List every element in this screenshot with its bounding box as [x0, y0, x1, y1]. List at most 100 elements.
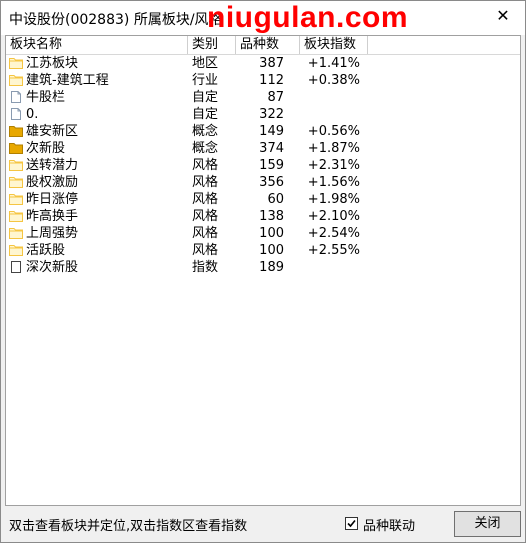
- row-name: 建筑-建筑工程: [26, 73, 109, 88]
- header-count[interactable]: 品种数: [236, 36, 300, 54]
- row-name: 昨日涨停: [26, 192, 79, 207]
- table-row[interactable]: 昨日涨停 风格 60 +1.98%: [6, 191, 520, 208]
- row-index[interactable]: +1.98%: [306, 191, 360, 208]
- row-index[interactable]: +0.56%: [306, 123, 360, 140]
- row-name-cell: 江苏板块: [6, 55, 186, 72]
- document-icon: [9, 91, 23, 103]
- table-row[interactable]: 建筑-建筑工程 行业 112 +0.38%: [6, 72, 520, 89]
- row-type: 风格: [192, 175, 219, 190]
- row-count: 60: [267, 192, 284, 207]
- row-name: 上周强势: [26, 226, 79, 241]
- table-row[interactable]: 0. 自定 322: [6, 106, 520, 123]
- row-count: 112: [259, 73, 284, 88]
- row-count: 87: [267, 90, 284, 105]
- row-index[interactable]: +1.56%: [306, 174, 360, 191]
- row-name: 送转潜力: [26, 158, 79, 173]
- folder-icon: [9, 244, 23, 256]
- row-count: 100: [259, 243, 284, 258]
- row-index[interactable]: +1.41%: [306, 55, 360, 72]
- row-index[interactable]: +2.31%: [306, 157, 360, 174]
- folder-icon: [9, 227, 23, 239]
- row-name-cell: 活跃股: [6, 242, 186, 259]
- row-type: 概念: [192, 141, 219, 156]
- row-name: 0.: [26, 107, 39, 122]
- list-header: 板块名称 类别 品种数 板块指数: [6, 36, 520, 55]
- row-type: 行业: [192, 73, 219, 88]
- row-name-cell: 送转潜力: [6, 157, 186, 174]
- list-rows: 江苏板块 地区 387 +1.41% 建筑-建筑工程 行业 112 +0.38% 牛股栏 自定 87…: [6, 55, 520, 276]
- row-type: 风格: [192, 209, 219, 224]
- row-name: 昨高换手: [26, 209, 79, 224]
- block-list[interactable]: 板块名称 类别 品种数 板块指数 江苏板块 地区 387 +1.41% 建筑-建筑工程 行…: [5, 35, 521, 506]
- row-name-cell: 深次新股: [6, 259, 186, 276]
- row-name-cell: 牛股栏: [6, 89, 186, 106]
- row-type: 风格: [192, 192, 219, 207]
- row-index[interactable]: +1.87%: [306, 140, 360, 157]
- folder-filled-icon: [9, 125, 23, 137]
- row-name: 雄安新区: [26, 124, 79, 139]
- row-name-cell: 建筑-建筑工程: [6, 72, 186, 89]
- row-name-cell: 昨高换手: [6, 208, 186, 225]
- row-name: 股权激励: [26, 175, 79, 190]
- row-index[interactable]: +2.10%: [306, 208, 360, 225]
- table-row[interactable]: 雄安新区 概念 149 +0.56%: [6, 123, 520, 140]
- row-name: 牛股栏: [26, 90, 66, 105]
- title-bar: 中设股份(002883) 所属板块/风格 niugulan.com ✕: [1, 1, 525, 35]
- table-row[interactable]: 次新股 概念 374 +1.87%: [6, 140, 520, 157]
- table-row[interactable]: 股权激励 风格 356 +1.56%: [6, 174, 520, 191]
- table-row[interactable]: 深次新股 指数 189: [6, 259, 520, 276]
- window-title-stock: 中设股份(002883): [9, 12, 130, 28]
- row-name: 江苏板块: [26, 56, 79, 71]
- sync-checkbox[interactable]: [345, 517, 358, 530]
- row-index[interactable]: +2.55%: [306, 242, 360, 259]
- folder-icon: [9, 159, 23, 171]
- watermark: niugulan.com: [207, 1, 408, 34]
- row-name: 深次新股: [26, 260, 79, 275]
- row-type: 地区: [192, 56, 219, 71]
- close-icon[interactable]: ✕: [495, 7, 511, 25]
- row-count: 356: [259, 175, 284, 190]
- row-name-cell: 股权激励: [6, 174, 186, 191]
- row-type: 风格: [192, 226, 219, 241]
- row-count: 159: [259, 158, 284, 173]
- row-count: 189: [259, 260, 284, 275]
- row-index[interactable]: [306, 89, 360, 106]
- row-count: 100: [259, 226, 284, 241]
- header-type[interactable]: 类别: [188, 36, 236, 54]
- row-type: 风格: [192, 243, 219, 258]
- row-index[interactable]: +2.54%: [306, 225, 360, 242]
- table-row[interactable]: 送转潜力 风格 159 +2.31%: [6, 157, 520, 174]
- table-row[interactable]: 昨高换手 风格 138 +2.10%: [6, 208, 520, 225]
- row-type: 指数: [192, 260, 219, 275]
- folder-filled-icon: [9, 142, 23, 154]
- sync-checkbox-label[interactable]: 品种联动: [363, 515, 415, 534]
- table-row[interactable]: 上周强势 风格 100 +2.54%: [6, 225, 520, 242]
- row-name-cell: 0.: [6, 106, 186, 123]
- folder-icon: [9, 74, 23, 86]
- row-count: 149: [259, 124, 284, 139]
- folder-icon: [9, 193, 23, 205]
- table-row[interactable]: 牛股栏 自定 87: [6, 89, 520, 106]
- row-name-cell: 上周强势: [6, 225, 186, 242]
- row-name: 次新股: [26, 141, 66, 156]
- table-row[interactable]: 活跃股 风格 100 +2.55%: [6, 242, 520, 259]
- row-count: 138: [259, 209, 284, 224]
- footer-hint: 双击查看板块并定位,双击指数区查看指数: [9, 519, 248, 534]
- check-icon: [347, 519, 356, 528]
- table-row[interactable]: 江苏板块 地区 387 +1.41%: [6, 55, 520, 72]
- header-name[interactable]: 板块名称: [6, 36, 188, 54]
- row-count: 322: [259, 107, 284, 122]
- close-button[interactable]: 关闭: [454, 511, 521, 537]
- row-count: 374: [259, 141, 284, 156]
- header-index[interactable]: 板块指数: [300, 36, 368, 54]
- row-type: 概念: [192, 124, 219, 139]
- row-index[interactable]: [306, 106, 360, 123]
- row-type: 自定: [192, 90, 219, 105]
- index-page-icon: [9, 261, 23, 273]
- dialog-window: 中设股份(002883) 所属板块/风格 niugulan.com ✕ 板块名称…: [0, 0, 526, 543]
- row-name-cell: 次新股: [6, 140, 186, 157]
- row-index[interactable]: +0.38%: [306, 72, 360, 89]
- row-name: 活跃股: [26, 243, 66, 258]
- row-count: 387: [259, 56, 284, 71]
- row-index[interactable]: [306, 259, 360, 276]
